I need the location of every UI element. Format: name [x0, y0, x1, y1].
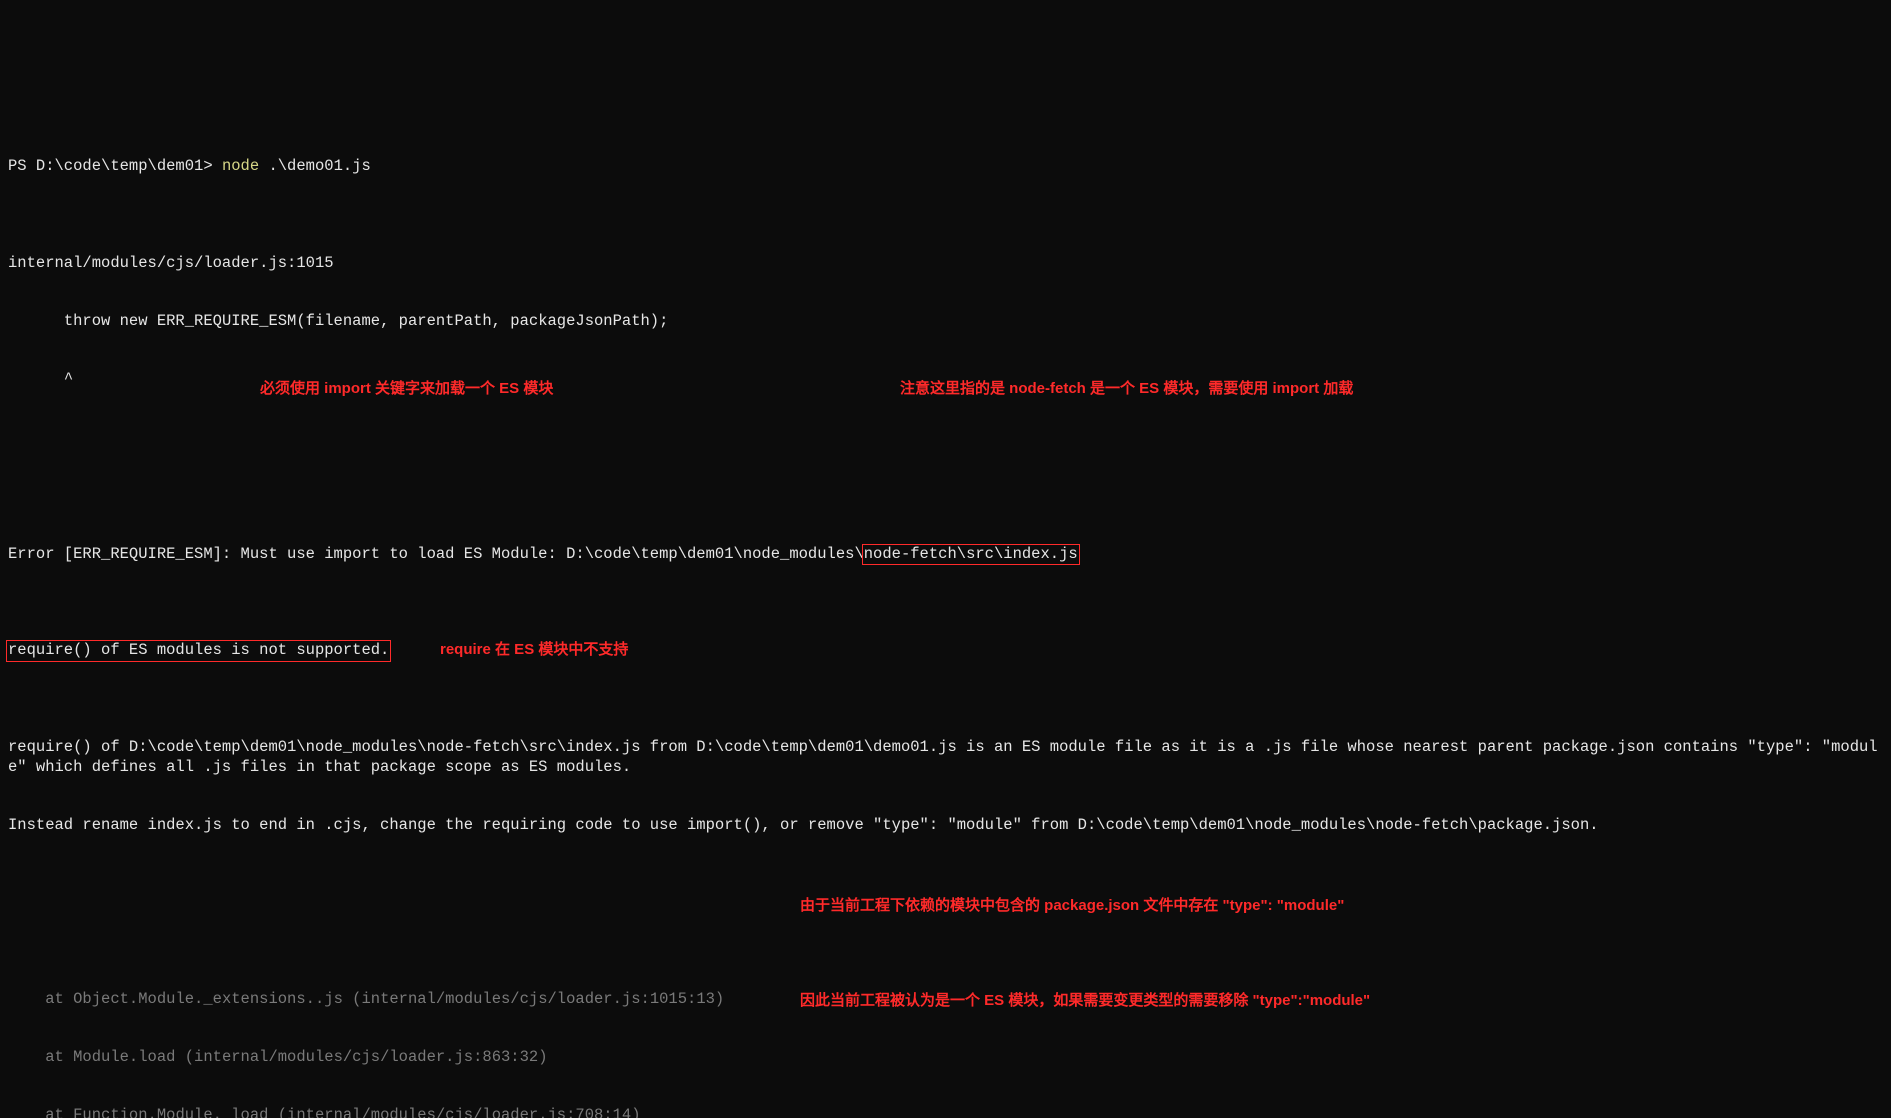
error-explain-1: require() of D:\code\temp\dem01\node_mod…: [0, 738, 1891, 777]
stack-1: at Module.load (internal/modules/cjs/loa…: [0, 1048, 1891, 1067]
stack-2: at Function.Module._load (internal/modul…: [0, 1106, 1891, 1118]
caret: ^: [8, 370, 73, 388]
error-line-1: Error [ERR_REQUIRE_ESM]: Must use import…: [0, 545, 1891, 564]
annotation-package-json-b: 因此当前工程被认为是一个 ES 模块，如果需要变更类型的需要移除 "type":…: [800, 992, 1370, 1011]
terminal-output: PS D:\code\temp\dem01> node .\demo01.js …: [0, 80, 1891, 1118]
error-explain-2: Instead rename index.js to end in .cjs, …: [0, 816, 1891, 835]
loader-location: internal/modules/cjs/loader.js:1015: [0, 254, 1891, 273]
blank-line: [0, 448, 1891, 467]
boxed-require-not-supported: require() of ES modules is not supported…: [6, 640, 391, 661]
command-arg: .\demo01.js: [268, 157, 370, 175]
stack-0: at Object.Module._extensions..js (intern…: [0, 990, 1891, 1009]
error-prefix: Error [ERR_REQUIRE_ESM]: Must use import…: [8, 545, 864, 563]
annotation-package-json-a: 由于当前工程下依赖的模块中包含的 package.json 文件中存在 "typ…: [800, 897, 1344, 916]
blank-line-2: 由于当前工程下依赖的模块中包含的 package.json 文件中存在 "typ…: [0, 893, 1891, 912]
annotation-import-keyword: 必须使用 import 关键字来加载一个 ES 模块: [260, 380, 553, 399]
boxed-module-path: node-fetch\src\index.js: [862, 544, 1080, 565]
prompt-line: PS D:\code\temp\dem01> node .\demo01.js: [0, 157, 1891, 176]
throw-line: throw new ERR_REQUIRE_ESM(filename, pare…: [0, 312, 1891, 331]
error-line-2: require() of ES modules is not supported…: [0, 641, 1891, 660]
command: node: [222, 157, 269, 175]
ps-prefix: PS: [8, 157, 36, 175]
caret-line: ^必须使用 import 关键字来加载一个 ES 模块注意这里指的是 node-…: [0, 370, 1891, 389]
stack-text: at Object.Module._extensions..js (intern…: [8, 990, 724, 1008]
cwd-path: D:\code\temp\dem01>: [36, 157, 222, 175]
annotation-node-fetch-es: 注意这里指的是 node-fetch 是一个 ES 模块，需要使用 import…: [900, 380, 1353, 399]
annotation-require-unsupported: require 在 ES 模块中不支持: [440, 641, 628, 660]
